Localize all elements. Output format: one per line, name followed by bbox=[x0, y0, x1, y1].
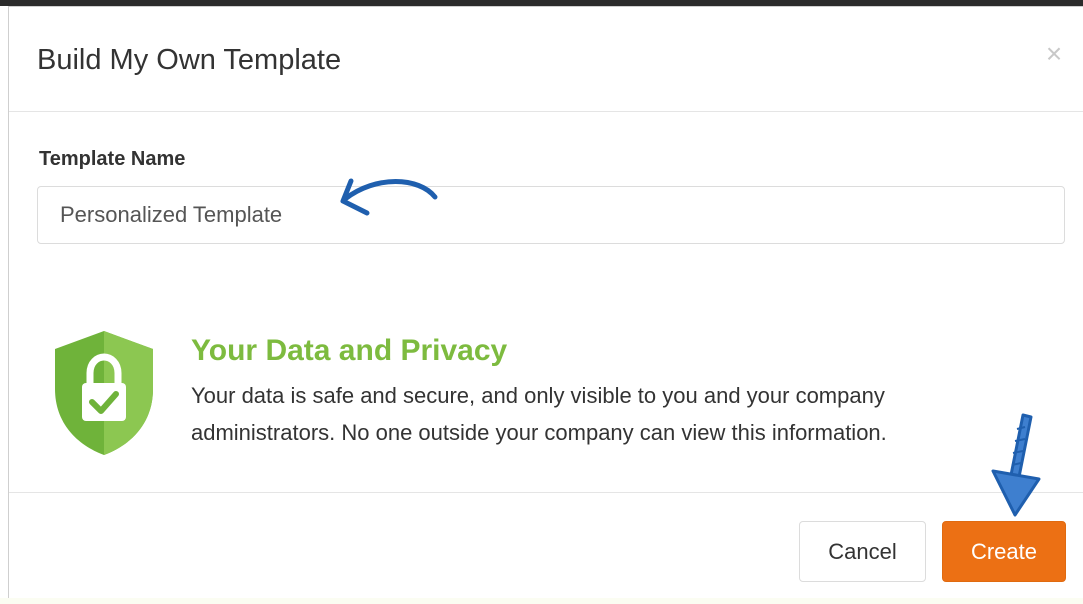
privacy-notice: Your Data and Privacy Your data is safe … bbox=[9, 307, 1083, 477]
create-button[interactable]: Create bbox=[942, 521, 1066, 582]
dialog-header: Build My Own Template × bbox=[9, 7, 1083, 112]
dialog-title: Build My Own Template bbox=[37, 44, 342, 76]
backdrop-bottom-strip bbox=[0, 598, 1083, 604]
template-name-input[interactable] bbox=[37, 186, 1065, 244]
annotation-arrow-left-icon bbox=[340, 178, 438, 216]
footer-divider bbox=[9, 492, 1083, 493]
close-button[interactable]: × bbox=[1039, 37, 1069, 71]
shield-lock-check-icon bbox=[55, 331, 153, 455]
annotation-arrow-down-icon bbox=[991, 413, 1041, 517]
cancel-button[interactable]: Cancel bbox=[799, 521, 926, 582]
privacy-title: Your Data and Privacy bbox=[191, 334, 508, 367]
template-name-label: Template Name bbox=[39, 148, 186, 170]
privacy-description: Your data is safe and secure, and only v… bbox=[191, 383, 887, 445]
build-template-dialog: Build My Own Template × Template Name Yo… bbox=[8, 6, 1083, 598]
